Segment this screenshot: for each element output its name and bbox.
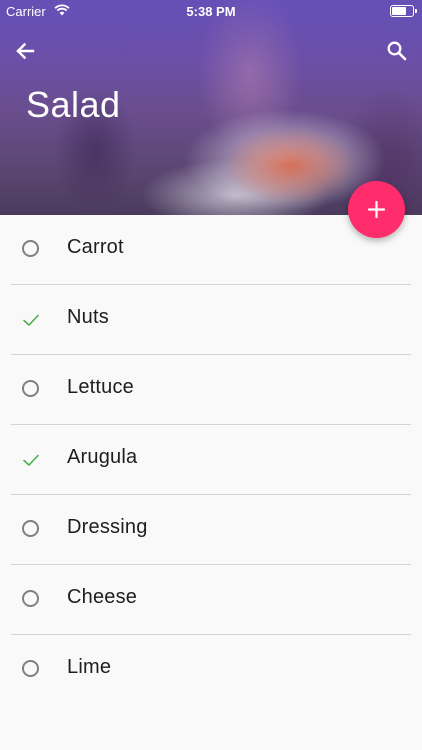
arrow-back-icon [16, 42, 35, 60]
status-time: 5:38 PM [186, 4, 236, 19]
checkmark-icon[interactable] [20, 309, 42, 331]
list-item-label: Arugula [67, 446, 138, 468]
ingredient-list: Carrot Nuts Lettuce Arugula Dressing Cheese Li… [0, 215, 422, 705]
search-button[interactable] [382, 36, 412, 66]
radio-unchecked-icon[interactable] [22, 590, 39, 607]
list-item[interactable]: Dressing [0, 495, 422, 565]
list-item[interactable]: Lime [0, 635, 422, 705]
list-item-label: Carrot [67, 236, 124, 258]
list-item[interactable]: Lettuce [0, 355, 422, 425]
list-item-label: Lime [67, 656, 112, 678]
plus-icon [367, 200, 386, 219]
list-item-label: Dressing [67, 516, 148, 538]
list-item-label: Lettuce [67, 376, 135, 398]
battery-icon [390, 5, 417, 17]
list-item-label: Cheese [67, 586, 138, 608]
list-item[interactable]: Arugula [0, 425, 422, 495]
back-button[interactable] [10, 36, 40, 66]
checkmark-icon[interactable] [20, 449, 42, 471]
search-icon [387, 41, 407, 61]
status-bar: Carrier 5:38 PM [0, 0, 422, 22]
page-title: Salad [26, 84, 121, 125]
radio-unchecked-icon[interactable] [22, 240, 39, 257]
radio-unchecked-icon[interactable] [22, 520, 39, 537]
add-item-button[interactable] [348, 181, 405, 238]
list-item-label: Nuts [67, 306, 109, 328]
list-item[interactable]: Cheese [0, 565, 422, 635]
list-item[interactable]: Nuts [0, 285, 422, 355]
radio-unchecked-icon[interactable] [22, 380, 39, 397]
radio-unchecked-icon[interactable] [22, 660, 39, 677]
